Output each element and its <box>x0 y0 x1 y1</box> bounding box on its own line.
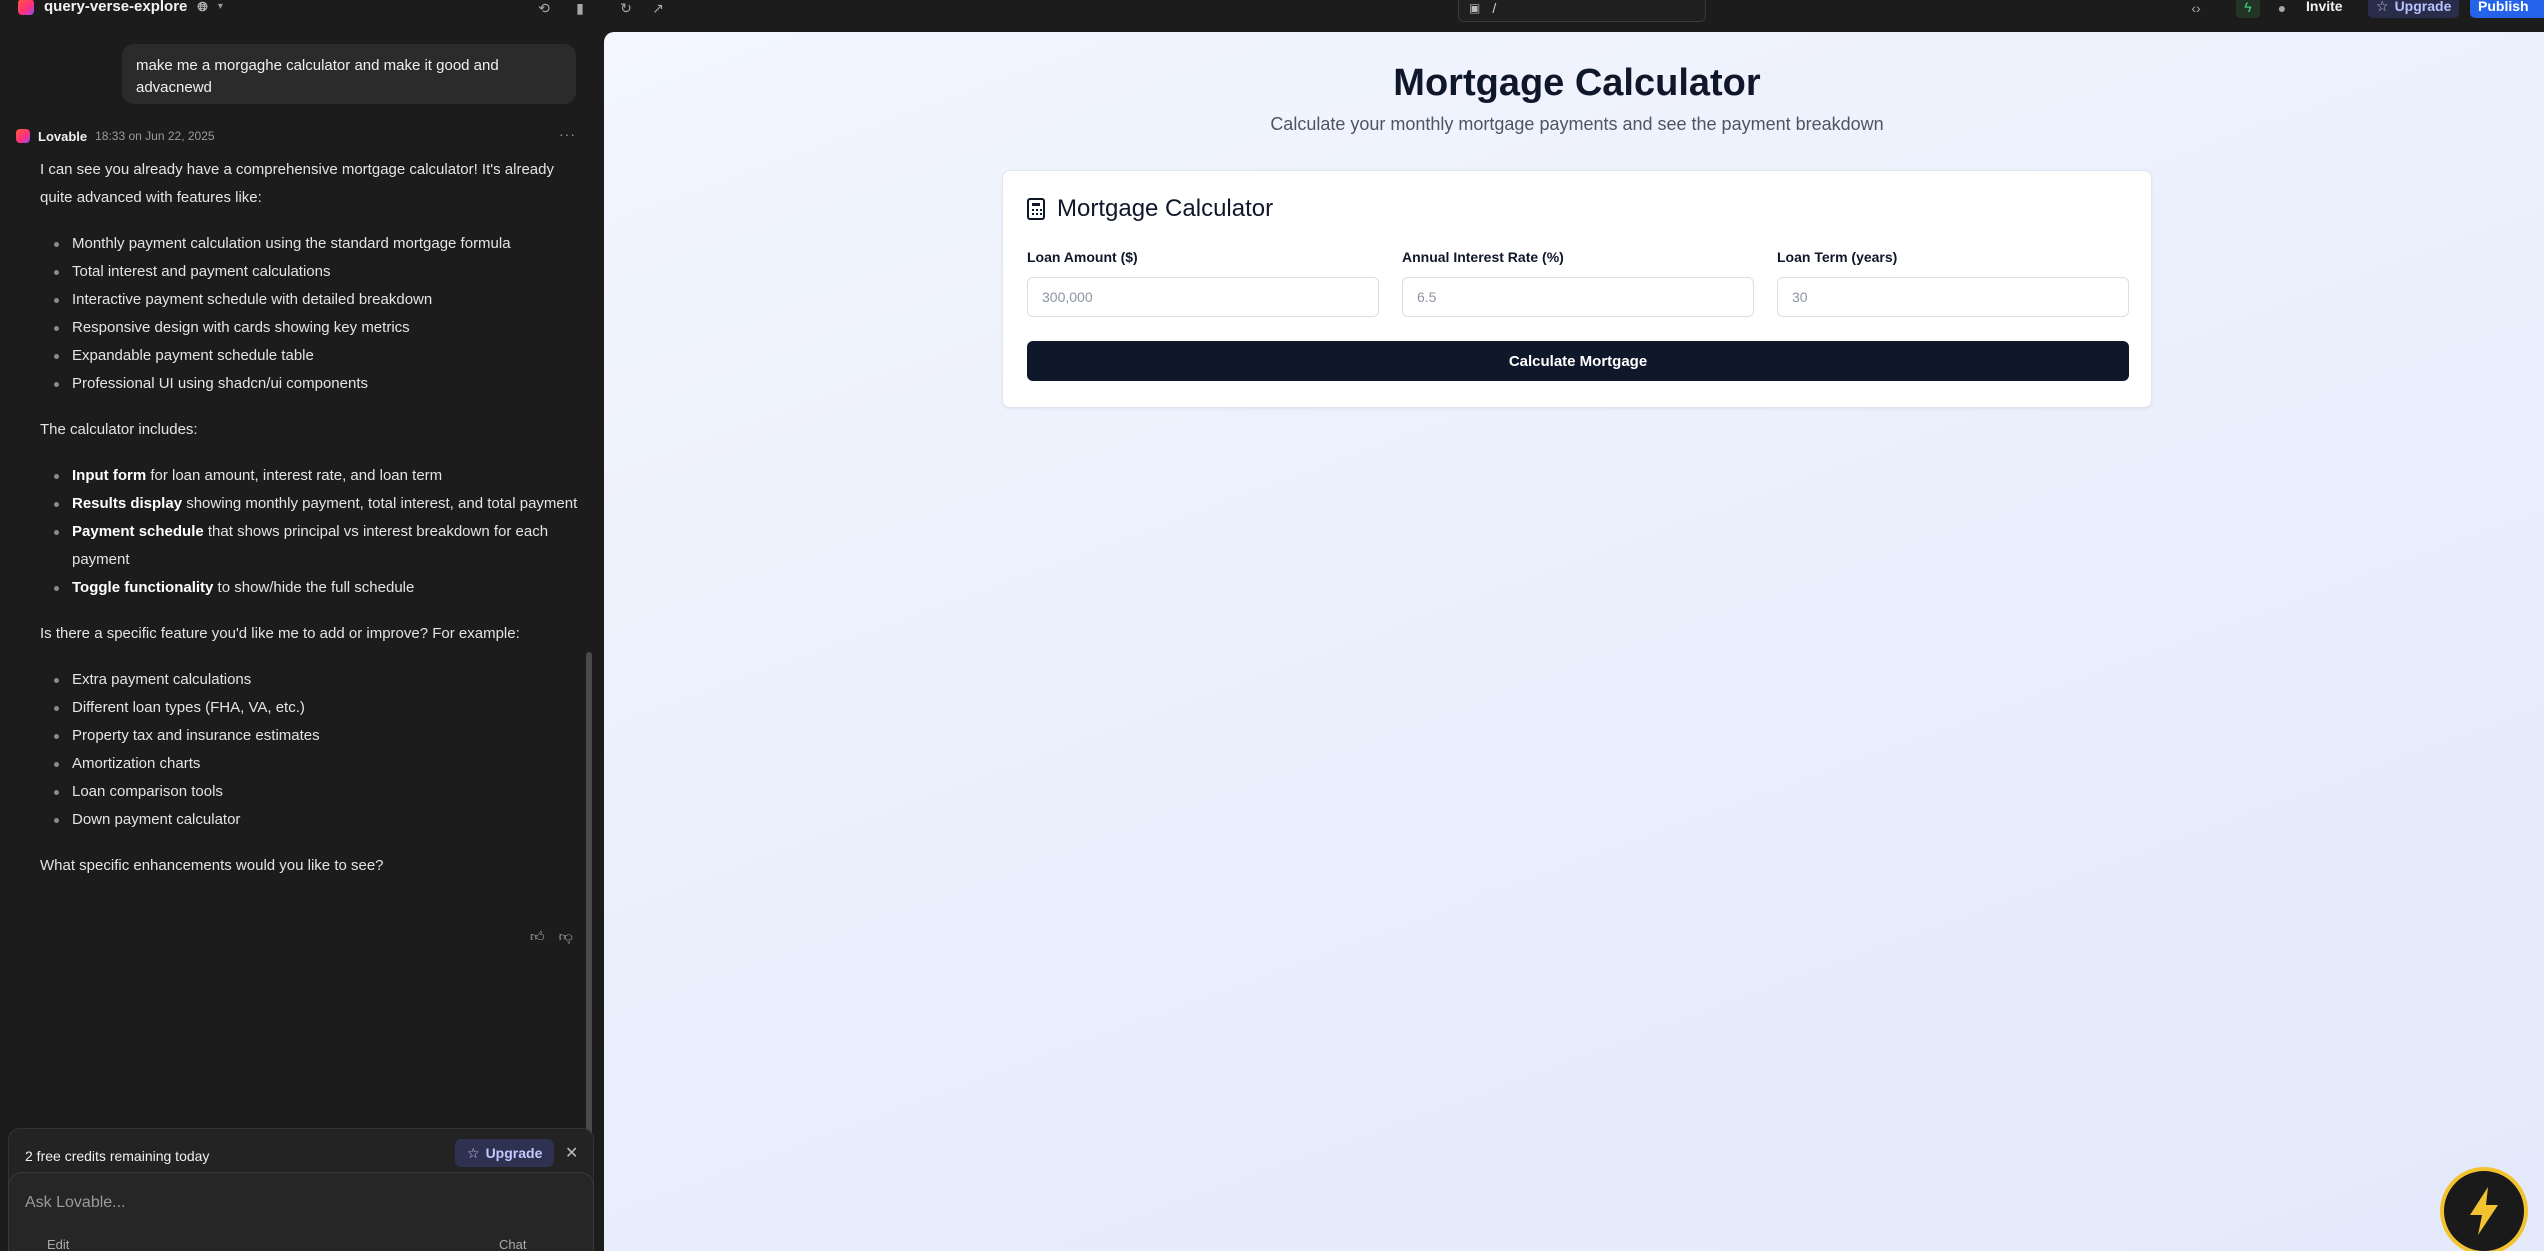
feature-list: Monthly payment calculation using the st… <box>40 230 580 398</box>
sidebar-toggle-icon[interactable]: ▮ <box>570 0 590 18</box>
list-item: Payment schedule that shows principal vs… <box>40 518 580 574</box>
list-item: Responsive design with cards showing key… <box>40 314 580 342</box>
loan-amount-label: Loan Amount ($) <box>1027 249 1138 265</box>
list-item: Property tax and insurance estimates <box>40 722 580 750</box>
feedback-buttons: 👍︎ 👎︎ <box>530 928 573 945</box>
lovable-logo-icon <box>18 0 34 15</box>
list-item: Results display showing monthly payment,… <box>40 490 580 518</box>
chat-input[interactable] <box>25 1191 565 1215</box>
list-item-bold: Results display <box>72 495 183 512</box>
list-item-bold: Toggle functionality <box>72 579 214 596</box>
card-title: Mortgage Calculator <box>1057 195 1274 222</box>
github-icon[interactable]: ● <box>2272 0 2292 18</box>
refresh-icon[interactable]: ↻ <box>616 0 636 18</box>
history-icon[interactable]: ⟲ <box>534 0 554 18</box>
chevron-down-icon: ▾ <box>217 1 223 12</box>
credits-text: 2 free credits remaining today <box>25 1148 210 1164</box>
list-item: Total interest and payment calculations <box>40 258 580 286</box>
interest-rate-field: Annual Interest Rate (%) <box>1402 249 1754 317</box>
question-text: Is there a specific feature you'd like m… <box>40 625 520 642</box>
closing-text: What specific enhancements would you lik… <box>40 857 384 874</box>
credits-upgrade-button[interactable]: ☆ Upgrade <box>455 1139 555 1167</box>
list-item: Down payment calculator <box>40 806 580 834</box>
open-external-icon[interactable]: ↗ <box>648 0 668 18</box>
user-message: make me a morgaghe calculator and make i… <box>122 44 576 104</box>
interest-rate-input[interactable] <box>1402 277 1754 317</box>
project-name: query-verse-explore <box>44 0 188 15</box>
loan-amount-input[interactable] <box>1027 277 1379 317</box>
message-author: Lovable <box>38 128 88 144</box>
calculator-card: Mortgage Calculator Loan Amount ($) Annu… <box>1002 170 2152 408</box>
publish-label: Publish <box>2478 0 2529 14</box>
loan-term-field: Loan Term (years) <box>1777 249 2129 317</box>
invite-button[interactable]: Invite <box>2298 0 2351 18</box>
thumbs-down-icon[interactable]: 👎︎ <box>559 928 573 945</box>
top-bar: query-verse-explore 🌐︎ ▾ ⟲ ▮ ↻ ↗ ▣ / ‹› … <box>0 0 2544 32</box>
edit-button[interactable]: Edit <box>47 1237 69 1251</box>
code-icon[interactable]: ‹› <box>2186 0 2206 18</box>
page-subtitle: Calculate your monthly mortgage payments… <box>1270 114 1884 134</box>
message-intro: I can see you already have a comprehensi… <box>40 161 554 206</box>
url-path: / <box>1492 0 1497 16</box>
chat-mode-button[interactable]: Chat <box>499 1237 526 1251</box>
calculate-mortgage-button[interactable]: Calculate Mortgage <box>1027 341 2129 381</box>
calculator-icon <box>1027 198 1045 220</box>
publish-button[interactable]: Publish <box>2470 0 2544 18</box>
invite-label: Invite <box>2306 0 2343 14</box>
list-item: Extra payment calculations <box>40 666 580 694</box>
loan-term-input[interactable] <box>1777 277 2129 317</box>
lovable-avatar-icon <box>16 129 30 143</box>
more-options-icon[interactable]: ··· <box>559 126 576 142</box>
message-timestamp: 18:33 on Jun 22, 2025 <box>95 129 215 143</box>
close-icon[interactable]: ✕ <box>565 1143 578 1163</box>
preview-url-bar[interactable]: ▣ / <box>1458 0 1706 22</box>
list-item: Different loan types (FHA, VA, etc.) <box>40 694 580 722</box>
list-item: Input form for loan amount, interest rat… <box>40 462 580 490</box>
list-item: Loan comparison tools <box>40 778 580 806</box>
list-item-bold: Input form <box>72 467 147 484</box>
lightning-bolt-icon[interactable] <box>2440 1167 2528 1251</box>
suggestion-list: Extra payment calculations Different loa… <box>40 666 580 834</box>
list-item: Interactive payment schedule with detail… <box>40 286 580 314</box>
list-item-text: to show/hide the full schedule <box>213 579 415 596</box>
includes-heading: The calculator includes: <box>40 421 198 438</box>
list-item-text: showing monthly payment, total interest,… <box>182 495 578 512</box>
project-selector[interactable]: query-verse-explore 🌐︎ ▾ <box>18 0 223 15</box>
page-icon: ▣ <box>1469 1 1481 15</box>
supabase-icon[interactable]: ϟ <box>2236 0 2260 18</box>
globe-icon: 🌐︎ <box>197 0 208 14</box>
card-header: Mortgage Calculator <box>1027 195 1273 223</box>
list-item-text: for loan amount, interest rate, and loan… <box>146 467 443 484</box>
credits-upgrade-label: Upgrade <box>485 1145 543 1161</box>
assistant-message-body: I can see you already have a comprehensi… <box>40 156 580 880</box>
list-item: Toggle functionality to show/hide the fu… <box>40 574 580 602</box>
chat-input-box: Edit Chat <box>8 1172 594 1251</box>
star-icon: ☆ <box>2376 0 2389 14</box>
app-preview: Mortgage Calculator Calculate your month… <box>604 32 2544 1251</box>
list-item: Amortization charts <box>40 750 580 778</box>
includes-list: Input form for loan amount, interest rat… <box>40 462 580 602</box>
list-item: Expandable payment schedule table <box>40 342 580 370</box>
loan-term-label: Loan Term (years) <box>1777 249 1898 265</box>
bolt-glyph-icon <box>2470 1187 2498 1235</box>
thumbs-up-icon[interactable]: 👍︎ <box>530 928 545 945</box>
upgrade-label: Upgrade <box>2394 0 2452 14</box>
assistant-message-header: Lovable 18:33 on Jun 22, 2025 ··· <box>16 126 576 146</box>
list-item: Monthly payment calculation using the st… <box>40 230 580 258</box>
interest-rate-label: Annual Interest Rate (%) <box>1402 249 1564 265</box>
chat-panel: make me a morgaghe calculator and make i… <box>0 32 604 1251</box>
page-title: Mortgage Calculator <box>1393 62 1761 104</box>
input-toolbar: Edit Chat <box>29 1237 526 1251</box>
chat-scrollbar[interactable] <box>586 652 592 1136</box>
list-item: Professional UI using shadcn/ui componen… <box>40 370 580 398</box>
star-icon: ☆ <box>467 1144 480 1161</box>
list-item-bold: Payment schedule <box>72 523 204 540</box>
upgrade-button[interactable]: ☆ Upgrade <box>2368 0 2460 18</box>
loan-amount-field: Loan Amount ($) <box>1027 249 1379 317</box>
